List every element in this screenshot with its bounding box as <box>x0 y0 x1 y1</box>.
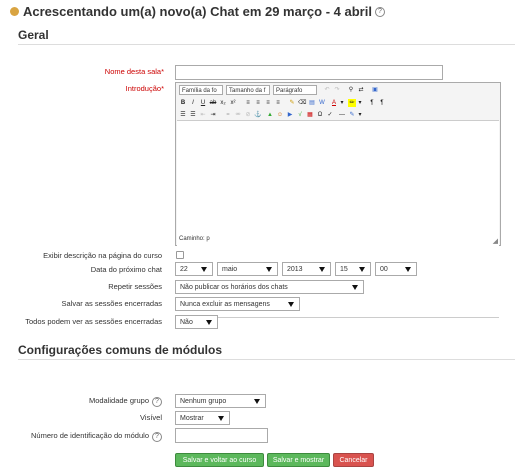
unlink-icon[interactable]: ⚮ <box>234 111 242 119</box>
bold-icon[interactable]: B <box>179 99 187 107</box>
intro-label: Introdução* <box>125 84 164 93</box>
paste-text-icon[interactable]: ▤ <box>308 99 316 107</box>
save-sessions-label: Salvar as sessões encerradas <box>61 299 162 308</box>
horizontal-rule-icon[interactable]: ― <box>338 111 346 119</box>
cancel-button[interactable]: Cancelar <box>333 453 374 467</box>
editor-path: Caminho: p <box>179 236 210 242</box>
view-sessions-select[interactable]: Não <box>175 315 218 329</box>
month-select[interactable]: maio <box>217 262 278 276</box>
idnumber-input[interactable] <box>175 428 268 443</box>
page-title-text: Acrescentando um(a) novo(a) Chat em 29 m… <box>23 4 372 19</box>
replace-icon[interactable]: ⇄ <box>357 86 365 94</box>
help-icon[interactable]: ? <box>152 397 162 407</box>
anchor-icon[interactable]: ⚓ <box>254 111 262 119</box>
visible-select[interactable]: Mostrar <box>175 411 230 425</box>
undo-icon[interactable]: ↶ <box>323 86 331 94</box>
name-input[interactable] <box>175 65 443 80</box>
ltr-icon[interactable]: ¶ <box>368 99 376 107</box>
repeat-sessions-select[interactable]: Não publicar os horários dos chats <box>175 280 364 294</box>
save-display-button[interactable]: Salvar e mostrar <box>267 453 330 467</box>
special-char-icon[interactable]: Ω <box>316 111 324 119</box>
section-heading-general[interactable]: Geral <box>18 28 49 42</box>
chat-icon <box>10 7 19 16</box>
divider <box>18 44 515 45</box>
divider <box>18 359 515 360</box>
italic-icon[interactable]: I <box>189 99 197 107</box>
indent-icon[interactable]: ⇥ <box>209 111 217 119</box>
text-color-icon[interactable]: A <box>330 99 338 107</box>
emoticon-icon[interactable]: ☺ <box>276 111 284 119</box>
table-icon[interactable]: ▦ <box>306 111 314 119</box>
nolink-icon[interactable]: ⊘ <box>244 111 252 119</box>
rtl-icon[interactable]: ¶ <box>378 99 386 107</box>
group-mode-select[interactable]: Nenhum grupo <box>175 394 266 408</box>
chevron-down-icon[interactable]: ▾ <box>338 99 346 107</box>
remove-format-icon[interactable]: ⌫ <box>298 99 306 107</box>
chevron-down-icon[interactable]: ▾ <box>356 99 364 107</box>
view-sessions-label: Todos podem ver as sessões encerradas <box>25 317 162 326</box>
minute-select[interactable]: 00 <box>375 262 417 276</box>
day-select[interactable]: 22 <box>175 262 213 276</box>
link-icon[interactable]: ⚭ <box>224 111 232 119</box>
section-heading-modules[interactable]: Configurações comuns de módulos <box>18 343 222 357</box>
help-icon[interactable]: ? <box>374 6 385 17</box>
next-chat-label: Data do próximo chat <box>90 265 162 274</box>
media-icon[interactable]: ▶ <box>286 111 294 119</box>
fullscreen-icon[interactable]: ▣ <box>371 86 379 94</box>
image-icon[interactable]: ▲ <box>266 111 274 119</box>
bullet-list-icon[interactable]: ☰ <box>179 111 187 119</box>
font-size-select[interactable]: Tamanho da f <box>226 85 270 95</box>
outdent-icon[interactable]: ⇤ <box>199 111 207 119</box>
group-mode-label: Modalidade grupo? <box>89 396 162 407</box>
idnumber-label: Número de identificação do módulo? <box>31 431 162 442</box>
underline-icon[interactable]: U <box>199 99 207 107</box>
highlight-color-icon[interactable]: ✏ <box>348 99 356 107</box>
superscript-icon[interactable]: x² <box>229 99 237 107</box>
paragraph-select[interactable]: Parágrafo <box>273 85 317 95</box>
help-icon[interactable]: ? <box>152 432 162 442</box>
numbered-list-icon[interactable]: ☰ <box>189 111 197 119</box>
subscript-icon[interactable]: x₂ <box>219 99 227 107</box>
page-title: Acrescentando um(a) novo(a) Chat em 29 m… <box>10 4 385 19</box>
align-center-icon[interactable]: ≡ <box>254 99 262 107</box>
align-right-icon[interactable]: ≡ <box>264 99 272 107</box>
font-family-select[interactable]: Família da fo <box>179 85 223 95</box>
visible-label: Visível <box>140 413 162 422</box>
year-select[interactable]: 2013 <box>282 262 331 276</box>
display-description-checkbox[interactable] <box>176 251 184 259</box>
chevron-down-icon[interactable]: ▾ <box>356 111 364 119</box>
repeat-sessions-label: Repetir sessões <box>108 282 162 291</box>
rich-text-editor: Família da fo Tamanho da f Parágrafo ↶ ↷… <box>175 82 501 318</box>
resize-handle-icon[interactable]: ◢ <box>493 237 498 245</box>
find-icon[interactable]: ⚲ <box>347 86 355 94</box>
display-description-label: Exibir descrição na página do curso <box>43 251 162 260</box>
save-return-button[interactable]: Salvar e voltar ao curso <box>175 453 264 467</box>
equation-icon[interactable]: √ <box>296 111 304 119</box>
redo-icon[interactable]: ↷ <box>333 86 341 94</box>
align-left-icon[interactable]: ≡ <box>244 99 252 107</box>
hour-select[interactable]: 15 <box>335 262 371 276</box>
paste-word-icon[interactable]: W <box>318 99 326 107</box>
save-sessions-select[interactable]: Nunca excluir as mensagens <box>175 297 300 311</box>
code-icon[interactable]: ✎ <box>348 111 356 119</box>
cleanup-icon[interactable]: ✎ <box>288 99 296 107</box>
name-label: Nome desta sala* <box>104 67 164 76</box>
strikethrough-icon[interactable]: ab <box>209 99 217 107</box>
align-justify-icon[interactable]: ≡ <box>274 99 282 107</box>
spellcheck-icon[interactable]: ✓ <box>326 111 334 119</box>
